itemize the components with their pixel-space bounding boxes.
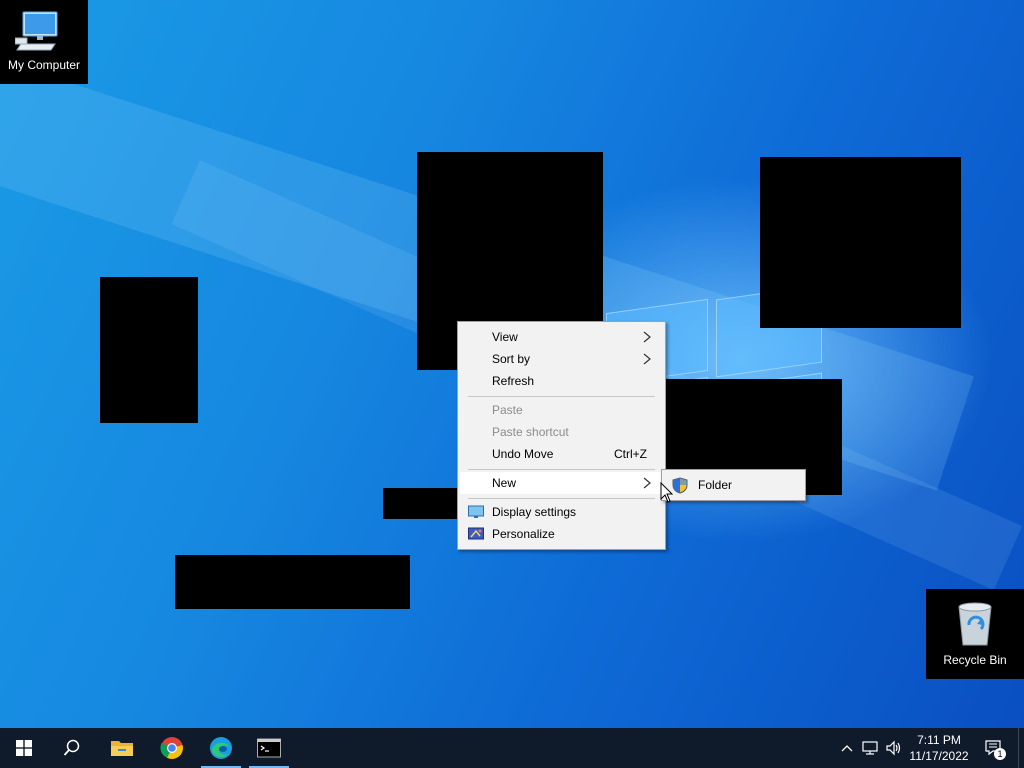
clock-time: 7:11 PM <box>917 733 961 747</box>
clock-date: 11/17/2022 <box>909 749 969 763</box>
menu-item-label: Personalize <box>492 527 555 541</box>
submenu-item-folder[interactable]: Folder <box>664 474 803 496</box>
network-icon <box>862 741 878 755</box>
menu-separator <box>468 498 655 499</box>
show-hidden-icons-button[interactable] <box>838 728 856 768</box>
redacted-region <box>760 157 961 328</box>
taskbar-clock[interactable]: 7:11 PM 11/17/2022 <box>902 732 976 764</box>
my-computer-label: My Computer <box>7 58 81 72</box>
new-submenu: Folder <box>661 469 806 501</box>
search-icon <box>63 739 80 756</box>
uac-shield-icon <box>672 477 688 494</box>
desktop[interactable]: My Computer Recycle Bin View Sort by Ref… <box>0 0 1024 728</box>
keyboard-shortcut: Ctrl+Z <box>614 447 647 461</box>
menu-item-display-settings[interactable]: Display settings <box>460 501 663 523</box>
personalize-icon <box>468 527 484 540</box>
menu-item-undo-move[interactable]: Undo Move Ctrl+Z <box>460 443 663 465</box>
menu-item-refresh[interactable]: Refresh <box>460 370 663 392</box>
network-button[interactable] <box>860 728 882 768</box>
show-desktop-button[interactable] <box>1018 728 1024 768</box>
menu-separator <box>468 469 655 470</box>
submenu-item-label: Folder <box>698 478 733 492</box>
taskbar: 7:11 PM 11/17/2022 1 <box>0 728 1024 768</box>
recycle-bin-icon <box>958 602 992 646</box>
menu-item-personalize[interactable]: Personalize <box>460 523 663 545</box>
menu-item-label: Paste <box>492 403 523 417</box>
redacted-region <box>100 277 198 423</box>
menu-item-label: Refresh <box>492 374 535 388</box>
search-button[interactable] <box>48 728 96 768</box>
redacted-region <box>383 488 459 519</box>
chevron-right-icon <box>643 477 651 489</box>
menu-item-new[interactable]: New <box>460 472 663 494</box>
recycle-bin-shortcut[interactable]: Recycle Bin <box>926 589 1024 679</box>
menu-item-label: Paste shortcut <box>492 425 569 439</box>
notification-count-badge: 1 <box>994 748 1006 760</box>
chevron-right-icon <box>643 353 651 365</box>
menu-item-label: View <box>492 330 518 344</box>
display-settings-icon <box>468 505 484 518</box>
start-button[interactable] <box>0 728 48 768</box>
terminal-icon <box>257 738 281 758</box>
chrome-icon <box>160 737 183 759</box>
taskbar-terminal[interactable] <box>245 728 293 768</box>
start-icon <box>16 740 32 756</box>
recycle-bin-label: Recycle Bin <box>943 653 1007 667</box>
taskbar-chrome[interactable] <box>148 728 196 768</box>
action-center-button[interactable]: 1 <box>980 728 1008 768</box>
file-explorer-icon <box>111 741 133 756</box>
menu-item-label: New <box>492 476 517 490</box>
taskbar-edge[interactable] <box>197 728 245 768</box>
menu-item-view[interactable]: View <box>460 326 663 348</box>
menu-item-sort-by[interactable]: Sort by <box>460 348 663 370</box>
chevron-up-icon <box>841 745 853 752</box>
menu-item-paste[interactable]: Paste <box>460 399 663 421</box>
my-computer-shortcut[interactable]: My Computer <box>0 0 88 84</box>
mouse-cursor-icon <box>660 482 674 503</box>
desktop-context-menu: View Sort by Refresh Paste Paste shortcu… <box>457 321 666 550</box>
chevron-right-icon <box>643 331 651 343</box>
taskbar-file-explorer[interactable] <box>98 728 146 768</box>
menu-separator <box>468 396 655 397</box>
menu-item-label: Display settings <box>492 505 577 519</box>
volume-icon <box>886 740 901 756</box>
menu-item-paste-shortcut[interactable]: Paste shortcut <box>460 421 663 443</box>
menu-item-label: Sort by <box>492 352 531 366</box>
redacted-region <box>175 555 410 609</box>
computer-icon <box>15 11 58 51</box>
menu-item-label: Undo Move <box>492 447 554 461</box>
edge-icon <box>210 737 232 759</box>
volume-button[interactable] <box>884 728 904 768</box>
